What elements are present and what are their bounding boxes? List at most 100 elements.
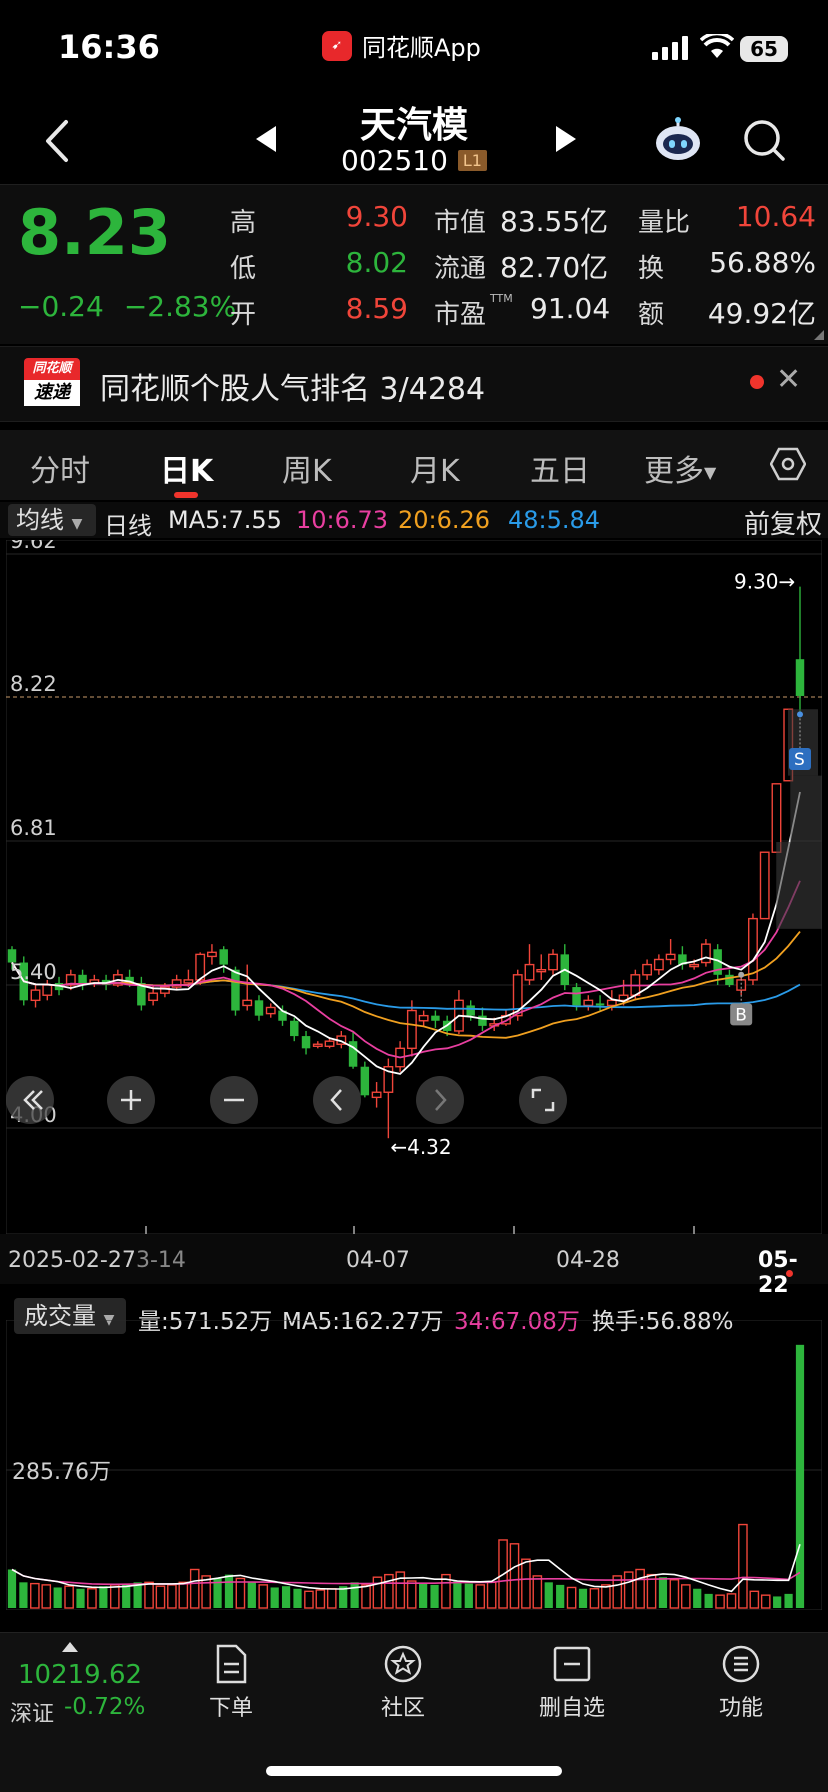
volume-bar bbox=[224, 1574, 234, 1608]
candle-body bbox=[418, 1014, 429, 1022]
expand-corner-icon[interactable] bbox=[814, 330, 824, 340]
candle-body bbox=[290, 1020, 299, 1037]
volume-bar bbox=[76, 1588, 85, 1608]
open-label: 开 bbox=[230, 300, 257, 330]
volume-bar bbox=[486, 1581, 497, 1609]
back-button[interactable] bbox=[38, 116, 78, 166]
turnover-value: 56.88% bbox=[709, 246, 816, 279]
level-badge: L1 bbox=[457, 150, 487, 171]
tab-weekly-k[interactable]: 周K bbox=[282, 446, 332, 490]
mcap-value: 83.55亿 bbox=[500, 205, 609, 238]
expand-control-button[interactable] bbox=[519, 1076, 567, 1124]
candle-body bbox=[371, 1091, 382, 1099]
open-value: 8.59 bbox=[345, 292, 408, 325]
index-change: -0.72% bbox=[64, 1694, 146, 1720]
app-badge[interactable]: ➹ 同花顺App bbox=[322, 28, 481, 63]
high-label: 高 bbox=[230, 208, 257, 238]
candle-body bbox=[536, 968, 547, 973]
active-tab-indicator bbox=[174, 492, 198, 498]
tab-monthly-k[interactable]: 月K bbox=[410, 446, 460, 490]
volume-bar bbox=[544, 1582, 553, 1608]
candle-body bbox=[642, 963, 653, 976]
tab-five-day[interactable]: 五日 bbox=[530, 446, 590, 490]
candle-body bbox=[254, 1000, 264, 1016]
wifi-icon bbox=[700, 34, 734, 58]
date-label: 04-28 bbox=[556, 1248, 620, 1273]
settings-hexagon-icon[interactable] bbox=[770, 446, 806, 482]
next-stock-button[interactable] bbox=[552, 124, 580, 154]
close-icon[interactable]: ✕ bbox=[776, 362, 801, 397]
chart-controls bbox=[6, 1076, 695, 1234]
kline-chart[interactable]: 9.628.226.815.404.00 9.30→←4.32SB bbox=[6, 540, 822, 1234]
promo-text[interactable]: 同花顺个股人气排名 3/4284 bbox=[100, 364, 485, 408]
candle-body bbox=[360, 1066, 370, 1096]
menu-circle-icon bbox=[722, 1645, 760, 1683]
candle-body bbox=[406, 1009, 417, 1050]
price-change: −0.24 bbox=[18, 290, 104, 323]
home-indicator bbox=[266, 1766, 562, 1776]
ma48-value: 48:5.84 bbox=[508, 506, 601, 534]
notification-dot bbox=[750, 375, 764, 389]
ma-select-dropdown[interactable]: 均线 ▼ bbox=[8, 504, 96, 536]
float-label: 流通 bbox=[434, 254, 487, 284]
volume-bar bbox=[693, 1588, 702, 1608]
tab-daily-k[interactable]: 日K bbox=[160, 446, 213, 490]
stock-code: 002510 bbox=[341, 144, 448, 177]
community-label: 社区 bbox=[380, 1696, 425, 1721]
date-label: 04-07 bbox=[346, 1248, 410, 1273]
volume-bar bbox=[589, 1588, 600, 1609]
adjust-mode-button[interactable]: 前复权 bbox=[744, 504, 822, 541]
candle-body bbox=[231, 969, 240, 1011]
volume-bar bbox=[99, 1586, 108, 1608]
tab-intraday[interactable]: 分时 bbox=[30, 446, 90, 490]
candle-body bbox=[265, 1006, 276, 1015]
candle-body bbox=[689, 963, 700, 968]
ma20-value: 20:6.26 bbox=[398, 506, 491, 534]
right-control-button[interactable] bbox=[416, 1076, 464, 1124]
search-icon[interactable] bbox=[742, 118, 786, 162]
volume-bar bbox=[556, 1584, 565, 1608]
low-value: 8.02 bbox=[345, 246, 408, 279]
vr-value: 10.64 bbox=[735, 200, 816, 233]
caret-up-icon[interactable] bbox=[62, 1642, 78, 1652]
volume-bar bbox=[30, 1582, 40, 1609]
promo-logo-top: 同花顺 bbox=[24, 358, 80, 380]
community-button[interactable]: 社区 bbox=[348, 1644, 458, 1722]
vr-label: 量比 bbox=[638, 208, 691, 238]
volume-bar bbox=[41, 1584, 52, 1609]
status-time: 16:36 bbox=[58, 28, 160, 66]
prev-stock-button[interactable] bbox=[252, 124, 280, 154]
remove-watchlist-button[interactable]: 删自选 bbox=[517, 1644, 627, 1722]
functions-button[interactable]: 功能 bbox=[686, 1644, 796, 1722]
battery-icon: 65 bbox=[740, 36, 788, 62]
tab-more-label: 更多 bbox=[644, 454, 704, 489]
price-change-row: −0.24 −2.83% bbox=[18, 290, 236, 323]
volume-bar bbox=[350, 1582, 359, 1608]
turnover-label: 换 bbox=[638, 254, 665, 284]
candle-body bbox=[324, 1040, 335, 1047]
candle-body bbox=[759, 851, 770, 920]
tab-more[interactable]: 更多▼ bbox=[644, 446, 716, 490]
ai-assistant-robot-icon[interactable] bbox=[652, 116, 704, 164]
signal-icon bbox=[652, 36, 688, 60]
volume-chart[interactable] bbox=[6, 1320, 822, 1610]
stock-name: 天汽模 bbox=[359, 105, 468, 146]
volume-bar bbox=[601, 1584, 611, 1609]
chart-grid bbox=[6, 540, 822, 1234]
left-control-button[interactable] bbox=[313, 1076, 361, 1124]
volume-bar bbox=[281, 1586, 291, 1608]
volume-bar bbox=[361, 1584, 371, 1609]
index-value[interactable]: 10219.62 bbox=[18, 1660, 142, 1690]
volume-bar bbox=[304, 1590, 314, 1609]
candle-body bbox=[207, 951, 217, 958]
app-logo-icon: ➹ bbox=[322, 30, 352, 61]
double-left-control-button[interactable] bbox=[6, 1076, 54, 1124]
volume-bar bbox=[464, 1583, 473, 1608]
functions-label: 功能 bbox=[718, 1696, 763, 1721]
order-button[interactable]: 下单 bbox=[176, 1644, 286, 1722]
volume-bar bbox=[155, 1585, 166, 1609]
candle-body bbox=[595, 1003, 605, 1006]
volume-bar bbox=[726, 1593, 737, 1609]
ma-select-label: 均线 bbox=[16, 506, 64, 534]
ma10-value: 10:6.73 bbox=[296, 506, 389, 534]
